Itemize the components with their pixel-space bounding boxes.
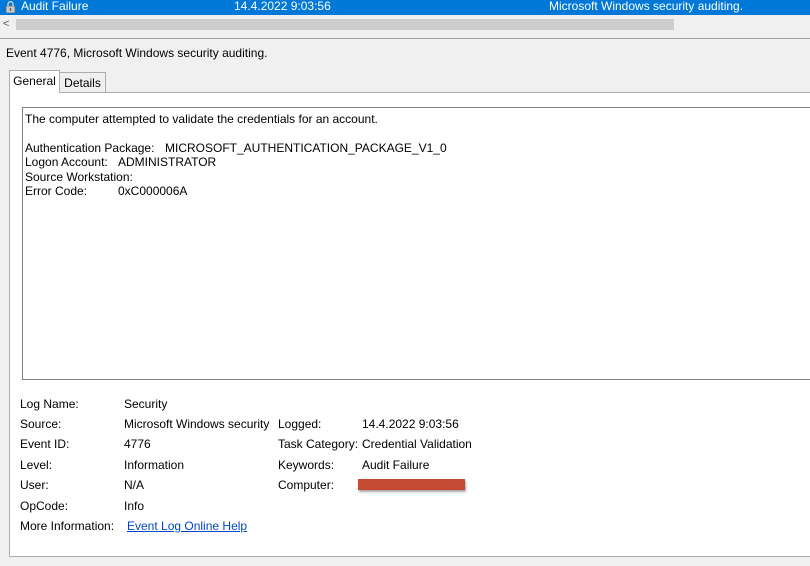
horizontal-scrollbar[interactable]: < (0, 16, 810, 32)
computer-name-redaction (358, 479, 465, 490)
desc-label-source-workstation: Source Workstation: (25, 170, 133, 184)
tab-label: Details (64, 76, 101, 90)
event-title: Event 4776, Microsoft Windows security a… (6, 46, 268, 60)
tab-details[interactable]: Details (60, 72, 106, 92)
desc-value-auth-package: MICROSOFT_AUTHENTICATION_PACKAGE_V1_0 (165, 141, 447, 155)
logged-label: Logged: (278, 417, 322, 431)
scroll-left-arrow[interactable]: < (3, 18, 13, 30)
scrollbar-thumb[interactable] (16, 19, 674, 30)
description-summary: The computer attempted to validate the c… (25, 112, 378, 126)
keywords-label: Keywords: (278, 458, 335, 472)
keywords-value: Audit Failure (362, 458, 430, 472)
logged-value: 14.4.2022 9:03:56 (362, 417, 459, 431)
event-level-cell: Audit Failure (21, 0, 89, 13)
tab-general[interactable]: General (9, 70, 60, 93)
computer-label: Computer: (278, 478, 335, 492)
event-id-label: Event ID: (20, 437, 70, 451)
log-name-label: Log Name: (20, 397, 79, 411)
event-id-value: 4776 (124, 437, 151, 451)
source-value: Microsoft Windows security (124, 417, 270, 431)
pane-divider[interactable] (0, 38, 810, 39)
user-label: User: (20, 478, 49, 492)
task-category-label: Task Category: (278, 437, 359, 451)
selected-event-row[interactable]: Audit Failure 14.4.2022 9:03:56 Microsof… (0, 0, 810, 15)
desc-value-logon-account: ADMINISTRATOR (118, 155, 217, 169)
event-log-online-help-link[interactable]: Event Log Online Help (127, 519, 247, 533)
level-value: Information (124, 458, 185, 472)
desc-label-auth-package: Authentication Package: (25, 141, 155, 155)
task-category-value: Credential Validation (362, 437, 472, 451)
level-label: Level: (20, 458, 53, 472)
desc-label-error-code: Error Code: (25, 184, 88, 198)
opcode-value: Info (124, 499, 145, 513)
source-label: Source: (20, 417, 62, 431)
user-value: N/A (124, 478, 145, 492)
more-info-label: More Information: (20, 519, 115, 533)
desc-label-logon-account: Logon Account: (25, 155, 108, 169)
event-date-cell: 14.4.2022 9:03:56 (234, 0, 331, 13)
event-source-cell: Microsoft Windows security auditing. (549, 0, 744, 13)
desc-value-error-code: 0xC000006A (118, 184, 188, 198)
lock-icon (5, 1, 16, 13)
opcode-label: OpCode: (20, 499, 69, 513)
tab-label: General (13, 74, 56, 88)
log-name-value: Security (124, 397, 168, 411)
